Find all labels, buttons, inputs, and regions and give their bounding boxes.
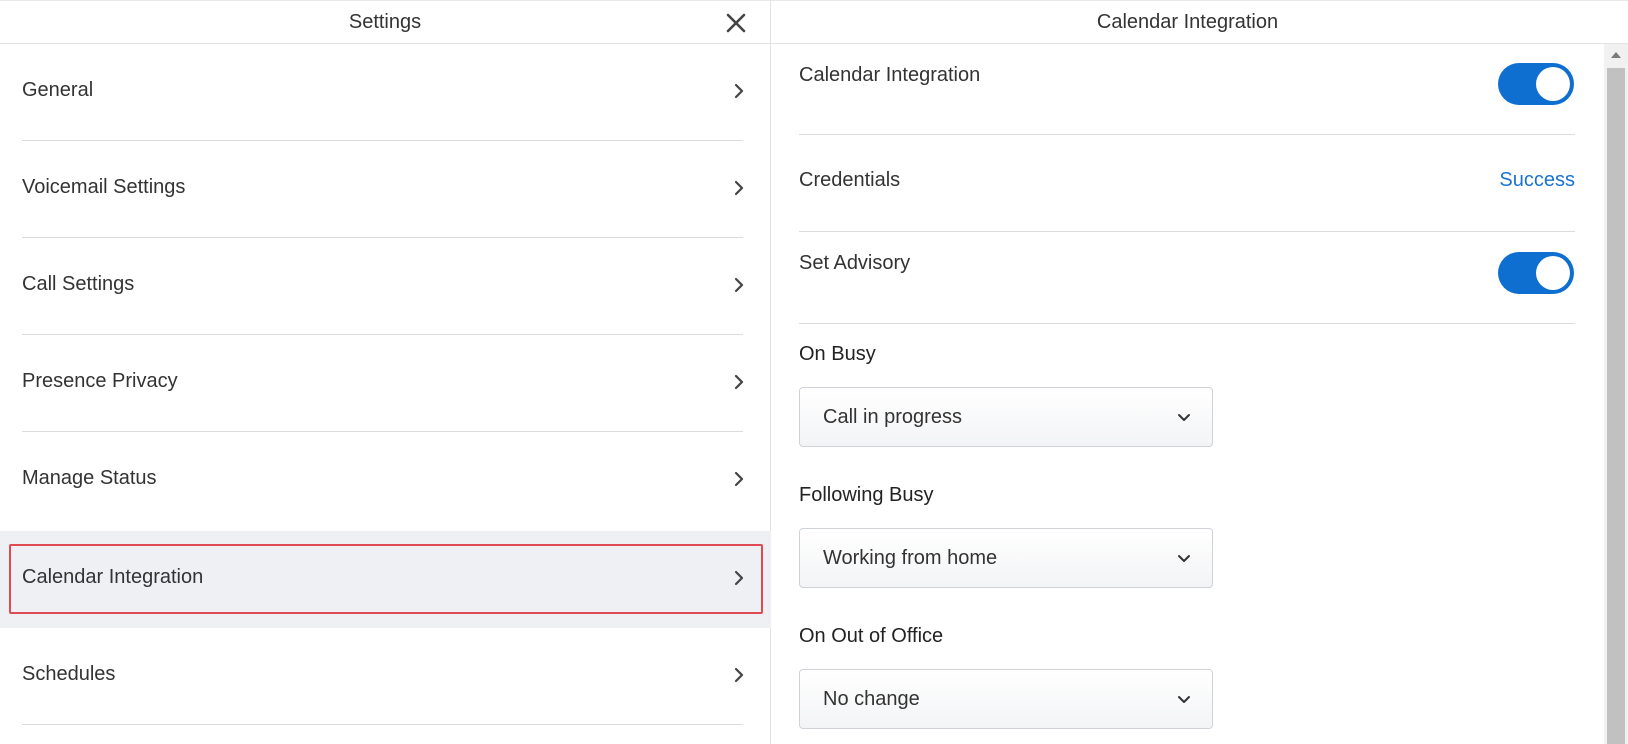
sidebar-item-label: General <box>22 79 94 101</box>
close-icon <box>726 13 746 33</box>
scroll-up-arrow-icon[interactable] <box>1604 44 1628 66</box>
chevron-right-icon <box>731 665 747 685</box>
sidebar-item-general[interactable]: General <box>0 44 771 141</box>
following-busy-select[interactable]: Working from home <box>799 528 1213 588</box>
detail-panel: Calendar Integration Calendar Integratio… <box>771 0 1628 744</box>
set-advisory-toggle[interactable] <box>1498 252 1574 294</box>
chevron-right-icon <box>731 275 747 295</box>
scrollbar[interactable] <box>1604 44 1628 744</box>
settings-title: Settings <box>348 11 422 33</box>
chevron-down-icon <box>1176 691 1192 707</box>
credentials-status-link[interactable]: Success <box>1499 169 1575 192</box>
detail-header: Calendar Integration <box>771 0 1628 44</box>
set-advisory-label: Set Advisory <box>799 252 911 274</box>
sidebar-item-call-settings[interactable]: Call Settings <box>0 238 771 335</box>
calendar-integration-toggle[interactable] <box>1498 63 1574 105</box>
settings-header: Settings <box>0 0 770 44</box>
sidebar-item-schedules[interactable]: Schedules <box>0 628 771 725</box>
sidebar-item-calendar-integration[interactable]: Calendar Integration <box>0 531 771 628</box>
close-button[interactable] <box>725 12 747 34</box>
sidebar-item-label: Schedules <box>22 663 116 685</box>
sidebar-item-label: Calendar Integration <box>22 566 204 588</box>
following-busy-value: Working from home <box>823 547 998 569</box>
divider <box>799 231 1575 232</box>
chevron-right-icon <box>731 469 747 489</box>
page-title: Calendar Integration <box>1096 11 1279 33</box>
settings-panel: Settings General Voicemail Settings Call… <box>0 0 771 744</box>
sidebar-item-label: Voicemail Settings <box>22 176 186 198</box>
sidebar-item-label: Manage Status <box>22 467 157 489</box>
chevron-down-icon <box>1176 409 1192 425</box>
on-busy-select[interactable]: Call in progress <box>799 387 1213 447</box>
on-busy-value: Call in progress <box>823 406 962 428</box>
on-out-of-office-select[interactable]: No change <box>799 669 1213 729</box>
on-busy-label: On Busy <box>799 343 876 365</box>
sidebar-item-manage-status[interactable]: Manage Status <box>0 432 771 529</box>
credentials-label: Credentials <box>799 169 901 191</box>
divider <box>799 134 1575 135</box>
chevron-right-icon <box>731 178 747 198</box>
toggle-knob <box>1536 67 1570 101</box>
chevron-right-icon <box>731 81 747 101</box>
chevron-right-icon <box>731 372 747 392</box>
toggle-knob <box>1536 256 1570 290</box>
calendar-integration-label: Calendar Integration <box>799 64 981 86</box>
on-out-of-office-value: No change <box>823 688 920 710</box>
sidebar-item-label: Call Settings <box>22 273 135 295</box>
on-out-of-office-label: On Out of Office <box>799 625 944 647</box>
divider <box>799 323 1575 324</box>
following-busy-label: Following Busy <box>799 484 934 506</box>
scrollbar-thumb[interactable] <box>1607 68 1625 744</box>
chevron-right-icon <box>731 568 747 588</box>
sidebar-item-label: Presence Privacy <box>22 370 178 392</box>
sidebar-item-presence-privacy[interactable]: Presence Privacy <box>0 335 771 432</box>
divider <box>22 724 743 725</box>
chevron-down-icon <box>1176 550 1192 566</box>
sidebar-item-voicemail-settings[interactable]: Voicemail Settings <box>0 141 771 238</box>
